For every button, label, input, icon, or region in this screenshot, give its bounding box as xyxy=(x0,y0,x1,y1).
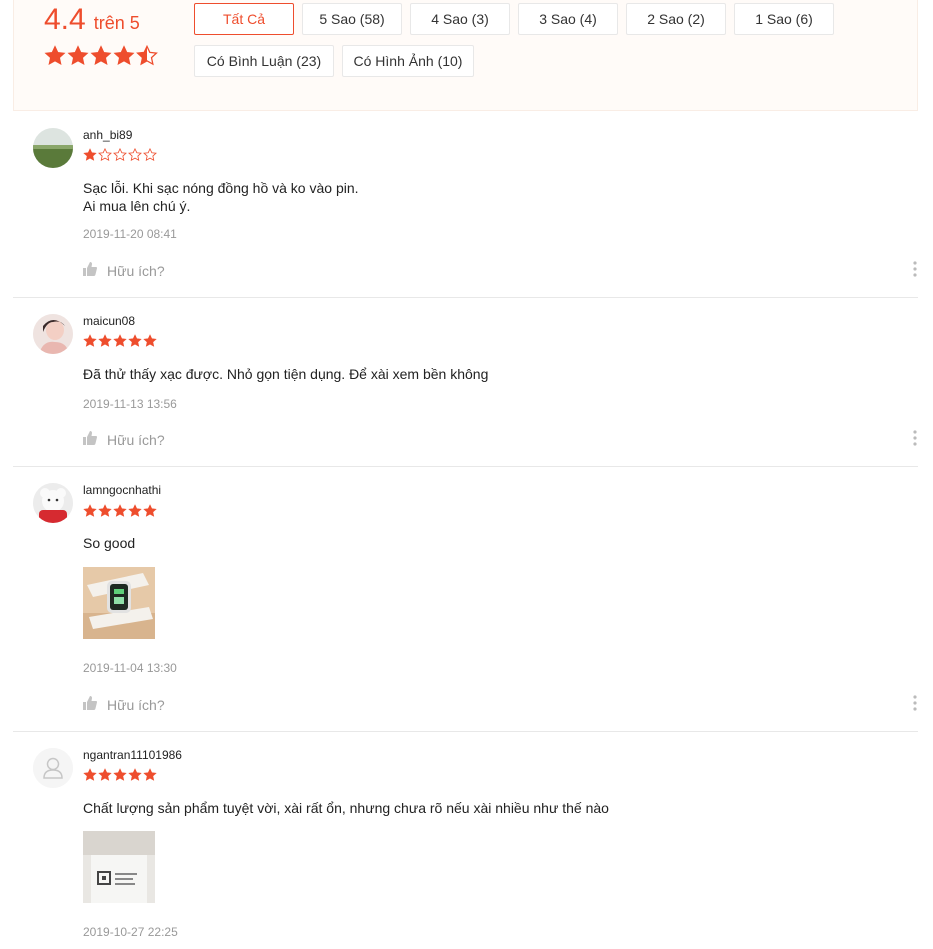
more-options-icon[interactable] xyxy=(912,261,918,277)
person-photo xyxy=(33,314,73,354)
helpful-button[interactable]: Hữu ích? xyxy=(83,696,165,713)
star-icon xyxy=(113,334,127,347)
star-icon xyxy=(83,334,97,347)
review-comment-line: Ai mua lên chú ý. xyxy=(83,198,191,214)
review-time: 2019-11-20 08:41 xyxy=(83,227,177,241)
filter-1-star[interactable]: 1 Sao (6) xyxy=(734,3,834,35)
bear-photo xyxy=(33,483,73,523)
thumbs-up-icon xyxy=(83,262,107,279)
review-photo[interactable] xyxy=(83,567,155,639)
review-time: 2019-10-27 22:25 xyxy=(83,925,178,939)
more-options-icon[interactable] xyxy=(912,430,918,446)
rating-summary: 4.4 trên 5 xyxy=(44,5,164,67)
star-icon xyxy=(113,768,127,781)
star-icon xyxy=(83,768,97,781)
star-icon xyxy=(128,768,142,781)
star-icon xyxy=(83,148,97,161)
star-icon xyxy=(44,45,66,66)
review-username[interactable]: anh_bi89 xyxy=(83,128,132,142)
review-comment-line: Sạc lỗi. Khi sạc nóng đồng hồ và ko vào … xyxy=(83,180,359,196)
review-username[interactable]: ngantran11101986 xyxy=(83,748,182,762)
helpful-label: Hữu ích? xyxy=(107,431,165,448)
review-username[interactable]: maicun08 xyxy=(83,314,135,328)
review-stars xyxy=(83,334,157,348)
review-item: anh_bi89 Sạc lỗi. Khi sạc nóng đồng hồ v… xyxy=(13,111,918,298)
filter-with-comments[interactable]: Có Bình Luận (23) xyxy=(194,45,334,77)
star-icon xyxy=(143,768,157,781)
review-stars xyxy=(83,768,157,782)
rating-score-suffix: trên 5 xyxy=(93,13,140,33)
star-icon xyxy=(128,334,142,347)
review-item: lamngocnhathi So good 2019-11-04 13:30 H… xyxy=(13,467,918,732)
star-icon xyxy=(143,334,157,347)
star-icon xyxy=(98,504,112,517)
rating-stars xyxy=(44,45,164,67)
rating-overview: 4.4 trên 5 Tất Cả 5 Sao (58) 4 Sao (3) 3… xyxy=(13,0,918,111)
filter-4-star[interactable]: 4 Sao (3) xyxy=(410,3,510,35)
watch-photo xyxy=(83,567,155,639)
filter-5-star[interactable]: 5 Sao (58) xyxy=(302,3,402,35)
review-comment: So good xyxy=(83,534,135,552)
star-icon xyxy=(98,768,112,781)
review-comment-line: So good xyxy=(83,535,136,551)
avatar[interactable] xyxy=(33,483,73,523)
review-stars xyxy=(83,148,157,162)
review-item: maicun08 Đã thử thấy xạc được. Nhỏ gọn t… xyxy=(13,298,918,467)
review-comment: Đã thử thấy xạc được. Nhỏ gọn tiện dụng.… xyxy=(83,365,488,383)
helpful-button[interactable]: Hữu ích? xyxy=(83,262,165,279)
review-comment-line: Đã thử thấy xạc được. Nhỏ gọn tiện dụng.… xyxy=(83,366,489,382)
star-icon xyxy=(113,148,127,161)
filter-with-images[interactable]: Có Hình Ảnh (10) xyxy=(342,45,474,77)
filter-2-star[interactable]: 2 Sao (2) xyxy=(626,3,726,35)
filter-3-star[interactable]: 3 Sao (4) xyxy=(518,3,618,35)
helpful-button[interactable]: Hữu ích? xyxy=(83,431,165,448)
review-username[interactable]: lamngocnhathi xyxy=(83,483,161,497)
review-item: ngantran11101986 Chất lượng sản phẩm tuy… xyxy=(13,732,918,949)
star-icon xyxy=(83,504,97,517)
review-time: 2019-11-04 13:30 xyxy=(83,661,177,675)
avatar[interactable] xyxy=(33,314,73,354)
rating-score: 4.4 xyxy=(44,3,86,36)
thumbs-up-icon xyxy=(83,431,107,448)
star-icon xyxy=(113,504,127,517)
star-icon xyxy=(98,148,112,161)
review-stars xyxy=(83,504,157,518)
review-comment-line: Chất lượng sản phẩm tuyệt vời, xài rất ổ… xyxy=(83,800,609,816)
helpful-label: Hữu ích? xyxy=(107,696,165,713)
star-icon xyxy=(113,45,135,66)
filter-all[interactable]: Tất Cả xyxy=(194,3,294,35)
default-user-icon xyxy=(33,748,73,788)
review-comment: Sạc lỗi. Khi sạc nóng đồng hồ và ko vào … xyxy=(83,179,359,215)
star-icon xyxy=(90,45,112,66)
landscape-photo xyxy=(33,128,73,168)
star-icon xyxy=(143,148,157,161)
avatar[interactable] xyxy=(33,128,73,168)
star-icon xyxy=(67,45,89,66)
star-icon xyxy=(128,148,142,161)
star-icon xyxy=(143,504,157,517)
avatar[interactable] xyxy=(33,748,73,788)
thumbs-up-icon xyxy=(83,696,107,713)
review-comment: Chất lượng sản phẩm tuyệt vời, xài rất ổ… xyxy=(83,799,609,817)
package-photo xyxy=(83,831,155,903)
star-icon xyxy=(128,504,142,517)
review-time: 2019-11-13 13:56 xyxy=(83,397,177,411)
more-options-icon[interactable] xyxy=(912,695,918,711)
review-photo[interactable] xyxy=(83,831,155,903)
helpful-label: Hữu ích? xyxy=(107,262,165,279)
star-icon xyxy=(136,45,158,66)
star-icon xyxy=(98,334,112,347)
